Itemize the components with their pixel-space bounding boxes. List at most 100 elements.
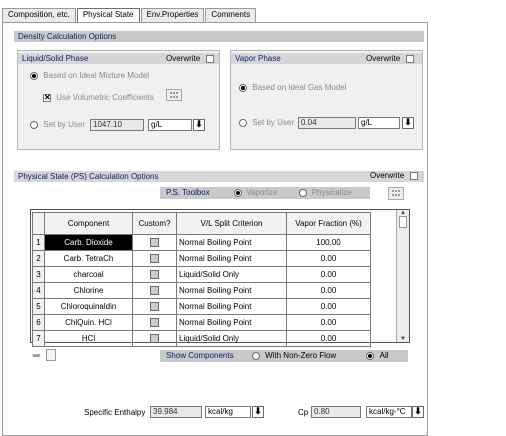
- ps-toolbox-bar: P.S. Toolbox Vaporize Physicalize: [160, 187, 370, 199]
- cp-unit-dropdown-icon[interactable]: ⬇: [412, 406, 424, 418]
- custom-checkbox[interactable]: [150, 302, 159, 312]
- ps-header-label: Physical State (PS) Calculation Options: [18, 172, 159, 181]
- table-row[interactable]: 4 Chlorine Normal Boiling Point 0.00: [32, 282, 371, 299]
- component-cell[interactable]: Chlorine: [44, 282, 133, 299]
- table-row[interactable]: 2 Carb. TetraCh Normal Boiling Point 0.0…: [32, 250, 371, 267]
- row-number-header: [32, 212, 45, 235]
- scroll-down-icon[interactable]: ▼: [397, 336, 409, 342]
- custom-cell[interactable]: [132, 266, 177, 283]
- table-row[interactable]: 7 HCl Liquid/Solid Only 0.00: [32, 330, 371, 347]
- scroll-thumb[interactable]: [399, 216, 407, 228]
- vapor-overwrite-checkbox[interactable]: [406, 54, 415, 63]
- table-header-row: Component Custom? V/L Split Criterion Va…: [32, 212, 371, 235]
- enthalpy-unit-dropdown-icon[interactable]: ⬇: [252, 406, 264, 418]
- vapor-fraction-cell: 0.00: [286, 282, 371, 299]
- volumetric-checkbox[interactable]: ✕: [43, 93, 51, 102]
- liquid-ideal-label: Based on Ideal Mixture Model: [43, 71, 150, 80]
- liquid-user-radio[interactable]: [30, 120, 38, 129]
- liquid-overwrite-checkbox[interactable]: [206, 54, 215, 63]
- criterion-cell[interactable]: Normal Boiling Point: [176, 234, 287, 251]
- component-cell[interactable]: Chloroquinaldin: [44, 298, 133, 315]
- row-number: 6: [32, 314, 45, 331]
- component-cell[interactable]: ChlQuin. HCl: [44, 314, 133, 331]
- vapor-option-user[interactable]: Set by User: [239, 118, 294, 127]
- tab-composition[interactable]: Composition, etc.: [2, 8, 76, 22]
- component-table: Component Custom? V/L Split Criterion Va…: [32, 212, 371, 347]
- criterion-cell[interactable]: Normal Boiling Point: [176, 298, 287, 315]
- criterion-cell[interactable]: Liquid/Solid Only: [176, 266, 287, 283]
- cp-value[interactable]: 0.80: [311, 406, 361, 418]
- table-row[interactable]: 5 Chloroquinaldin Normal Boiling Point 0…: [32, 298, 371, 315]
- tab-physical-state[interactable]: Physical State: [76, 8, 140, 23]
- ps-calculator-icon[interactable]: [388, 187, 404, 200]
- table-row[interactable]: 3 charcoal Liquid/Solid Only 0.00: [32, 266, 371, 283]
- vapor-unit-dropdown-icon[interactable]: ⬇: [402, 117, 414, 129]
- vapor-fraction-cell: 0.00: [286, 250, 371, 267]
- liquid-ideal-radio[interactable]: [30, 71, 38, 80]
- enthalpy-value[interactable]: 39.984: [150, 406, 202, 418]
- liquid-option-user[interactable]: Set by User: [30, 120, 85, 129]
- liquid-overwrite: Overwrite: [166, 54, 215, 63]
- nonzero-radio[interactable]: [251, 351, 260, 360]
- liquid-unit-dropdown-icon[interactable]: ⬇: [193, 119, 205, 131]
- tab-comments[interactable]: Comments: [205, 8, 257, 22]
- custom-cell[interactable]: [132, 282, 177, 299]
- col-custom[interactable]: Custom?: [132, 212, 177, 235]
- criterion-cell[interactable]: Liquid/Solid Only: [176, 330, 287, 347]
- liquid-phase-label: Liquid/Solid Phase: [22, 54, 89, 63]
- custom-cell[interactable]: [132, 234, 177, 251]
- volumetric-label: Use Volumetric Coefficients: [56, 93, 154, 102]
- custom-cell[interactable]: [132, 250, 177, 267]
- table-row[interactable]: 1 Carb. Dioxide Normal Boiling Point 100…: [32, 234, 371, 251]
- custom-cell[interactable]: [132, 330, 177, 347]
- document-icon[interactable]: [46, 349, 56, 361]
- vapor-user-radio[interactable]: [239, 118, 247, 127]
- criterion-cell[interactable]: Normal Boiling Point: [176, 314, 287, 331]
- vapor-ideal-label: Based on Ideal Gas Model: [252, 83, 347, 92]
- vapor-fraction-cell: 0.00: [286, 330, 371, 347]
- physicalize-radio[interactable]: [299, 188, 308, 197]
- enthalpy-unit[interactable]: kcal/kg: [205, 406, 251, 418]
- vapor-density-value[interactable]: 0.04: [298, 117, 356, 129]
- vapor-phase-box: [230, 50, 423, 150]
- vapor-fraction-cell: 0.00: [286, 314, 371, 331]
- enthalpy-label: Specific Enthalpy: [84, 408, 146, 417]
- col-criterion[interactable]: V/L Split Criterion: [176, 212, 287, 235]
- custom-checkbox[interactable]: [150, 254, 159, 264]
- criterion-cell[interactable]: Normal Boiling Point: [176, 250, 287, 267]
- table-row[interactable]: 6 ChlQuin. HCl Normal Boiling Point 0.00: [32, 314, 371, 331]
- cp-unit[interactable]: kcal/kg-°C: [366, 406, 412, 418]
- calculator-icon[interactable]: [166, 89, 182, 101]
- vapor-option-ideal[interactable]: Based on Ideal Gas Model: [239, 83, 347, 92]
- component-cell[interactable]: Carb. TetraCh: [44, 250, 133, 267]
- liquid-density-unit[interactable]: g/L: [148, 119, 192, 131]
- all-label: All: [379, 351, 389, 360]
- vapor-ideal-radio[interactable]: [239, 83, 247, 92]
- liquid-option-volumetric[interactable]: ✕ Use Volumetric Coefficients: [43, 93, 154, 102]
- component-cell[interactable]: charcoal: [44, 266, 133, 283]
- vaporize-radio[interactable]: [233, 188, 242, 197]
- custom-checkbox[interactable]: [150, 270, 159, 280]
- custom-checkbox[interactable]: [150, 334, 159, 344]
- vapor-fraction-cell: 0.00: [286, 298, 371, 315]
- col-vapor-fraction[interactable]: Vapor Fraction (%): [286, 212, 371, 235]
- tab-env-properties[interactable]: Env.Properties: [140, 8, 205, 22]
- liquid-option-ideal[interactable]: Based on Ideal Mixture Model: [30, 71, 149, 80]
- ps-overwrite-checkbox[interactable]: [410, 171, 419, 180]
- custom-checkbox[interactable]: [150, 318, 159, 328]
- all-radio[interactable]: [366, 351, 375, 360]
- component-cell[interactable]: Carb. Dioxide: [44, 234, 133, 251]
- row-number: 5: [32, 298, 45, 315]
- custom-cell[interactable]: [132, 298, 177, 315]
- vapor-density-unit[interactable]: g/L: [358, 117, 400, 129]
- grid-scrollbar[interactable]: ▲ ▼: [396, 210, 409, 342]
- export-icon[interactable]: ➥: [32, 349, 41, 362]
- custom-cell[interactable]: [132, 314, 177, 331]
- component-cell[interactable]: HCl: [44, 330, 133, 347]
- custom-checkbox[interactable]: [150, 286, 159, 296]
- liquid-density-value[interactable]: 1047.10: [90, 119, 144, 131]
- row-number: 4: [32, 282, 45, 299]
- custom-checkbox[interactable]: [150, 238, 159, 248]
- criterion-cell[interactable]: Normal Boiling Point: [176, 282, 287, 299]
- col-component[interactable]: Component: [44, 212, 133, 235]
